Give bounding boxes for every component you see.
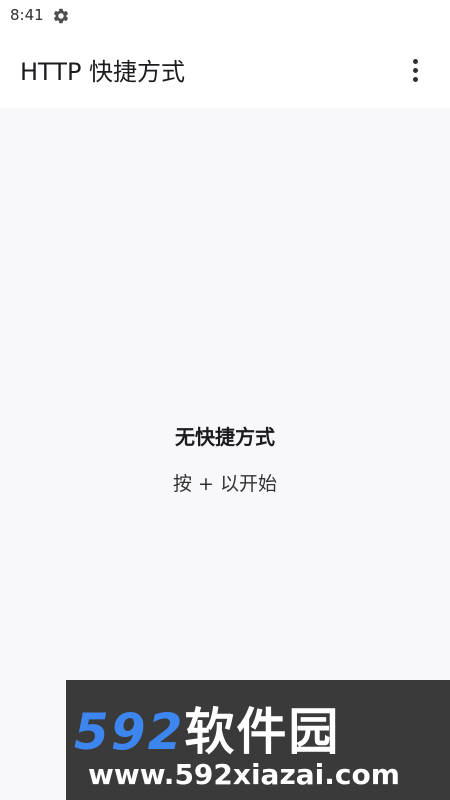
app-bar: HTTP 快捷方式 [0,32,450,108]
status-bar: 8:41 [0,0,450,32]
status-time: 8:41 [10,6,44,24]
watermark-url: www.592xiazai.com [88,758,400,791]
more-vert-icon-dot [412,67,418,73]
watermark-brand-name: 软件园 [184,703,341,761]
watermark-brand-number: 592 [74,703,185,761]
watermark-brand: 592软件园 [74,692,446,764]
gear-icon [53,8,69,24]
more-options-button[interactable] [398,52,432,88]
more-vert-icon-dot [412,76,418,82]
more-vert-icon [412,58,418,64]
site-watermark: 592软件园 www.592xiazai.com [66,680,450,800]
empty-state-title: 无快捷方式 [175,425,275,449]
app-title: HTTP 快捷方式 [20,58,186,86]
empty-state-hint: 按 + 以开始 [173,473,277,495]
